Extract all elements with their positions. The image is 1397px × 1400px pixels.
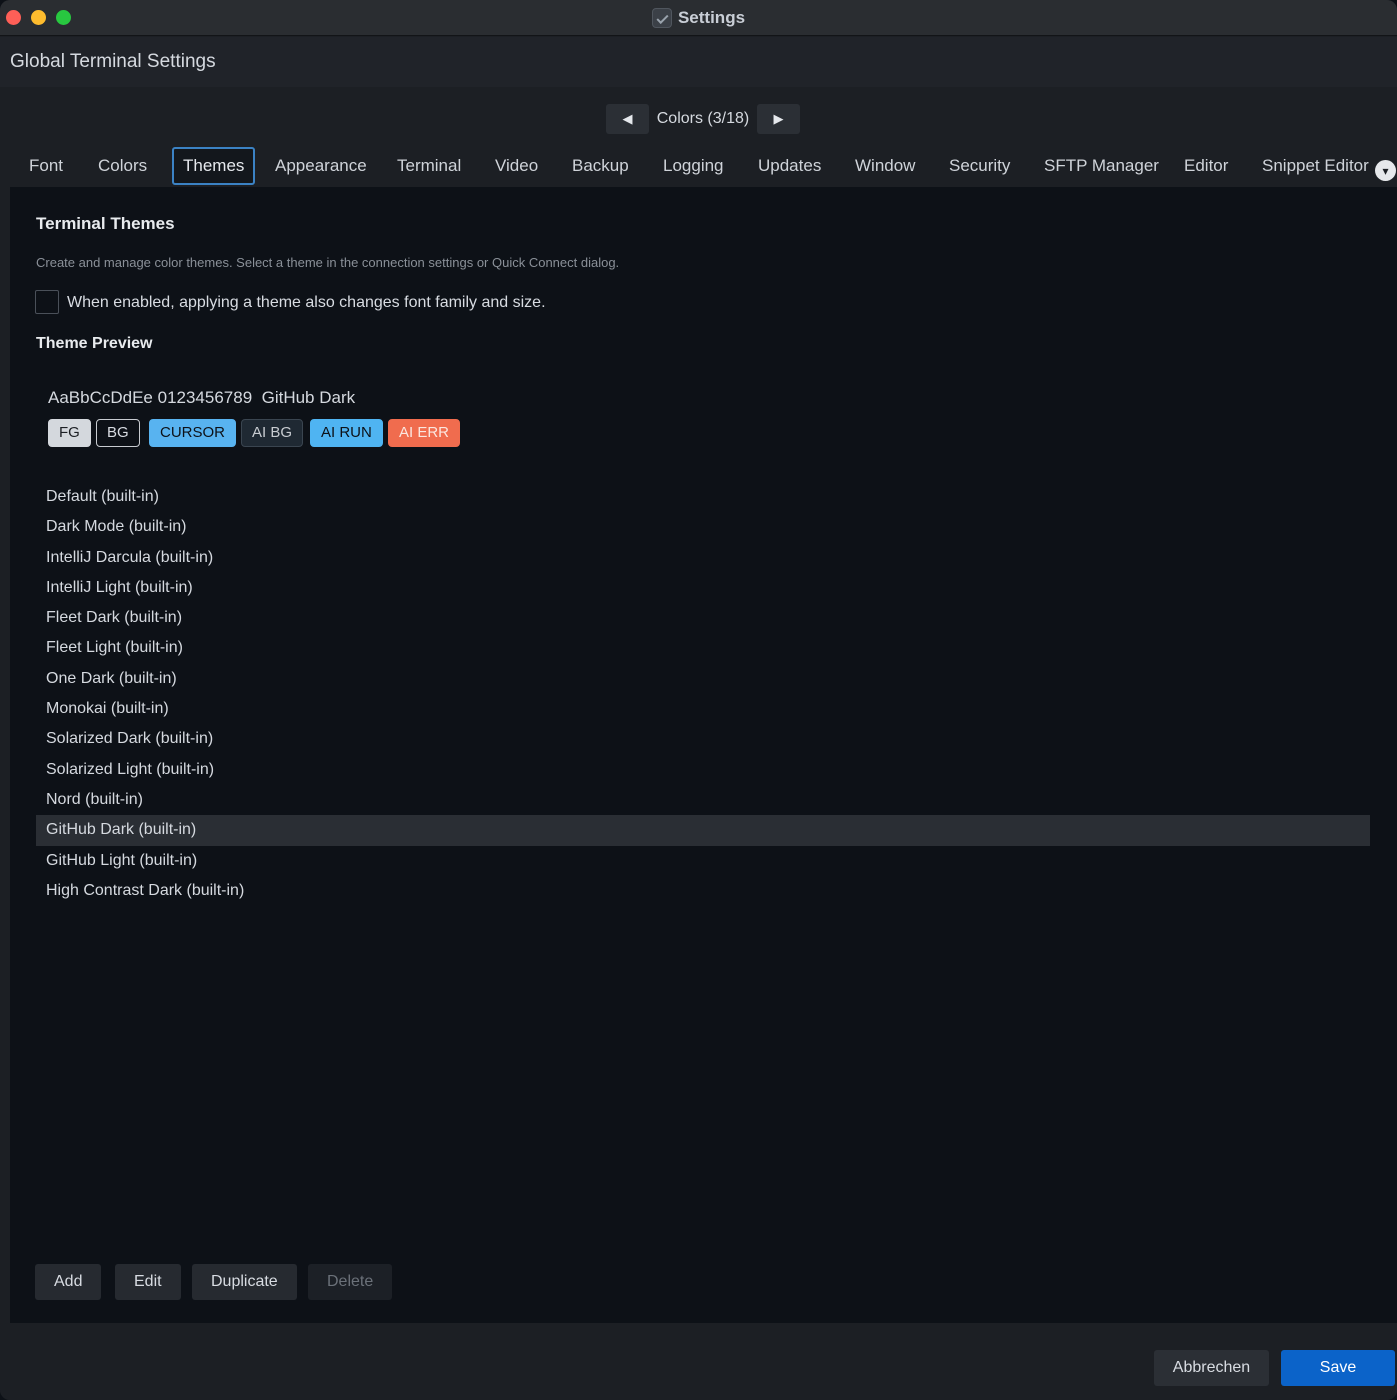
settings-window: Settings Global Terminal Settings ◀ Colo… (0, 0, 1397, 1400)
triangle-right-icon: ▶ (773, 111, 784, 126)
preview-sample-text: AaBbCcDdEe 0123456789 GitHub Dark (48, 388, 356, 407)
swatch-ai-err: AI ERR (388, 419, 461, 447)
tab-appearance[interactable]: Appearance (266, 147, 376, 185)
section-description: Create and manage color themes. Select a… (36, 255, 620, 270)
title-bar: Settings (0, 0, 1397, 36)
theme-list-item-selected[interactable]: GitHub Dark (built-in) (36, 815, 1370, 846)
tab-video[interactable]: Video (486, 147, 547, 185)
tab-colors[interactable]: Colors (89, 147, 156, 185)
page-title: Global Terminal Settings (10, 51, 216, 72)
apply-font-checkbox-label[interactable]: When enabled, applying a theme also chan… (67, 294, 546, 312)
settings-tab-bar: Font Colors Themes Appearance Terminal V… (10, 143, 1397, 187)
save-button[interactable]: Save (1281, 1350, 1395, 1386)
tab-editor[interactable]: Editor (1175, 147, 1237, 185)
category-position-label: Colors (3/18) (656, 110, 750, 127)
theme-list-item[interactable]: IntelliJ Darcula (built-in) (36, 543, 1370, 573)
tab-themes[interactable]: Themes (172, 147, 256, 185)
apply-font-checkbox[interactable] (35, 290, 59, 314)
tab-updates[interactable]: Updates (749, 147, 830, 185)
swatch-fg: FG (48, 419, 91, 447)
swatch-ai-run: AI RUN (310, 419, 383, 447)
theme-list-item[interactable]: Solarized Light (built-in) (36, 755, 1370, 785)
theme-preview-title: Theme Preview (36, 335, 153, 352)
edit-theme-button[interactable]: Edit (115, 1264, 181, 1300)
cancel-button[interactable]: Abbrechen (1154, 1350, 1269, 1386)
previous-category-button[interactable]: ◀ (606, 104, 649, 134)
theme-list-item[interactable]: One Dark (built-in) (36, 664, 1370, 694)
themes-panel: Terminal Themes Create and manage color … (10, 187, 1397, 1323)
theme-list-item[interactable]: Fleet Dark (built-in) (36, 603, 1370, 633)
window-title-group: Settings (0, 0, 1397, 36)
duplicate-theme-button[interactable]: Duplicate (192, 1264, 297, 1300)
tab-backup[interactable]: Backup (563, 147, 638, 185)
swatch-ai-bg: AI BG (241, 419, 304, 447)
triangle-left-icon: ◀ (622, 111, 633, 126)
tab-snippet-editor[interactable]: Snippet Editor (1253, 147, 1378, 185)
theme-list-item[interactable]: Default (built-in) (36, 482, 1370, 512)
next-category-button[interactable]: ▶ (757, 104, 800, 134)
more-tabs-chevron-down-icon[interactable]: ▾ (1375, 160, 1396, 181)
tab-window[interactable]: Window (846, 147, 924, 185)
tab-font[interactable]: Font (20, 147, 72, 185)
tab-logging[interactable]: Logging (654, 147, 733, 185)
theme-list-item[interactable]: GitHub Light (built-in) (36, 846, 1370, 876)
add-theme-button[interactable]: Add (35, 1264, 102, 1300)
theme-list: Default (built-in) Dark Mode (built-in) … (36, 482, 1370, 906)
swatch-bg: BG (96, 419, 140, 447)
theme-list-item[interactable]: Solarized Dark (built-in) (36, 724, 1370, 754)
window-title: Settings (677, 8, 746, 27)
settings-header: Global Terminal Settings (0, 37, 1397, 87)
theme-list-item[interactable]: Dark Mode (built-in) (36, 512, 1370, 542)
theme-list-item[interactable]: Monokai (built-in) (36, 694, 1370, 724)
theme-list-item[interactable]: Nord (built-in) (36, 785, 1370, 815)
tab-sftp-manager[interactable]: SFTP Manager (1035, 147, 1168, 185)
tab-terminal[interactable]: Terminal (388, 147, 470, 185)
tab-security[interactable]: Security (940, 147, 1019, 185)
section-title: Terminal Themes (36, 214, 175, 233)
dialog-footer: Abbrechen Save (0, 1323, 1397, 1400)
category-pager: ◀ Colors (3/18) ▶ (0, 87, 1397, 143)
app-icon (651, 8, 672, 28)
swatch-cursor: CURSOR (149, 419, 237, 447)
delete-theme-button[interactable]: Delete (308, 1264, 393, 1300)
theme-list-item[interactable]: High Contrast Dark (built-in) (36, 876, 1370, 906)
theme-list-item[interactable]: Fleet Light (built-in) (36, 633, 1370, 663)
theme-list-item[interactable]: IntelliJ Light (built-in) (36, 573, 1370, 603)
